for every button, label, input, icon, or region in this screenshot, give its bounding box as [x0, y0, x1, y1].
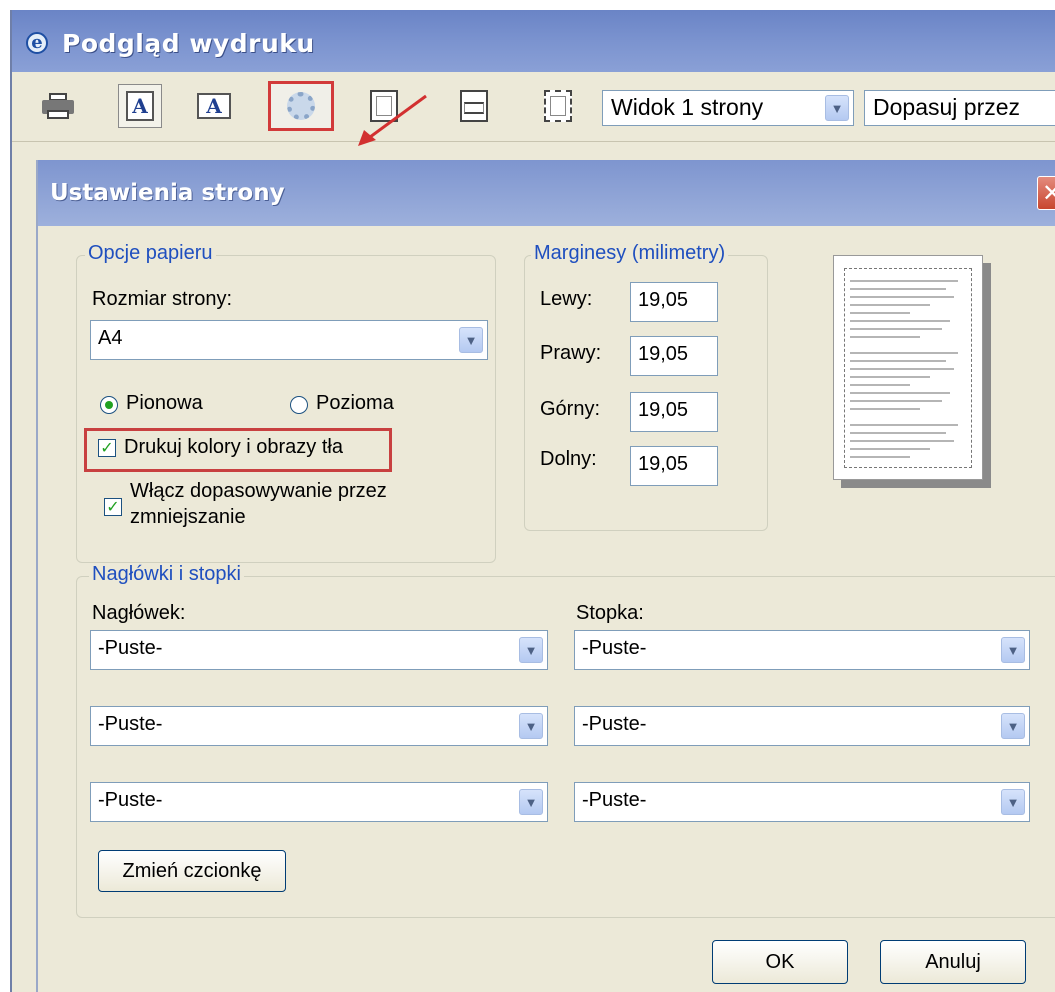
page-size-select[interactable]: A4 ▼ — [90, 320, 488, 360]
page-preview-image — [833, 255, 983, 480]
full-page-icon — [544, 90, 572, 122]
landscape-label: Pozioma — [316, 392, 394, 414]
chevron-down-icon[interactable]: ▼ — [519, 713, 543, 739]
print-button[interactable] — [36, 84, 80, 128]
right-margin-label: Prawy: — [540, 342, 602, 364]
bottom-margin-label: Dolny: — [540, 448, 597, 470]
chevron-down-icon[interactable]: ▼ — [1001, 637, 1025, 663]
right-margin-input[interactable]: 19,05 — [630, 336, 718, 376]
page-width-icon — [460, 90, 488, 122]
chevron-down-icon[interactable]: ▼ — [1001, 713, 1025, 739]
print-preview-window: e Podgląd wydruku A A Widok 1 strony ▼ D… — [10, 10, 1055, 992]
header-select-2[interactable]: -Puste- ▼ — [90, 706, 548, 746]
ie-icon: e — [26, 32, 48, 54]
cancel-button[interactable]: Anuluj — [880, 940, 1026, 984]
chevron-down-icon[interactable]: ▼ — [825, 95, 849, 121]
top-margin-label: Górny: — [540, 398, 601, 420]
chevron-down-icon[interactable]: ▼ — [1001, 789, 1025, 815]
portrait-radio[interactable] — [100, 396, 118, 414]
chevron-down-icon[interactable]: ▼ — [519, 789, 543, 815]
footer-select-2[interactable]: -Puste- ▼ — [574, 706, 1030, 746]
left-margin-label: Lewy: — [540, 288, 593, 310]
headers-footers-label: Nagłówki i stopki — [89, 563, 244, 586]
left-margin-input[interactable]: 19,05 — [630, 282, 718, 322]
header-select-1[interactable]: -Puste- ▼ — [90, 630, 548, 670]
ok-button[interactable]: OK — [712, 940, 848, 984]
printer-icon — [42, 93, 74, 119]
chevron-down-icon[interactable]: ▼ — [519, 637, 543, 663]
print-background-checkbox[interactable]: ✓ — [98, 439, 116, 457]
portrait-button[interactable]: A — [118, 84, 162, 128]
full-page-button[interactable] — [536, 84, 580, 128]
margins-label: Marginesy (milimetry) — [531, 242, 729, 265]
paper-options-label: Opcje papieru — [85, 242, 216, 265]
page-setup-dialog: Ustawienia strony ✕ Opcje papieru Rozmia… — [36, 160, 1055, 992]
close-icon[interactable]: ✕ — [1037, 176, 1055, 210]
shrink-to-fit-label-1: Włącz dopasowywanie przez — [130, 480, 387, 502]
dialog-title: Ustawienia strony — [50, 180, 285, 206]
print-background-label: Drukuj kolory i obrazy tła — [124, 436, 343, 458]
shrink-to-fit-checkbox[interactable]: ✓ — [104, 498, 122, 516]
page-size-label: Rozmiar strony: — [92, 288, 233, 310]
header-select-3[interactable]: -Puste- ▼ — [90, 782, 548, 822]
gear-icon — [287, 92, 315, 120]
top-margin-input[interactable]: 19,05 — [630, 392, 718, 432]
landscape-icon: A — [197, 93, 231, 119]
shrink-to-fit-label-2: zmniejszanie — [130, 506, 246, 528]
change-font-button[interactable]: Zmień czcionkę — [98, 850, 286, 892]
full-width-button[interactable] — [452, 84, 496, 128]
landscape-radio[interactable] — [290, 396, 308, 414]
footer-label: Stopka: — [576, 602, 644, 624]
header-label: Nagłówek: — [92, 602, 186, 624]
toolbar: A A Widok 1 strony ▼ Dopasuj przez — [12, 72, 1055, 146]
bottom-margin-input[interactable]: 19,05 — [630, 446, 718, 486]
footer-select-3[interactable]: -Puste- ▼ — [574, 782, 1030, 822]
window-titlebar: e Podgląd wydruku — [12, 10, 1055, 72]
portrait-label: Pionowa — [126, 392, 203, 414]
page-setup-button[interactable] — [268, 81, 334, 131]
view-select[interactable]: Widok 1 strony ▼ — [602, 90, 854, 126]
red-arrow-annotation — [358, 94, 427, 146]
dialog-titlebar: Ustawienia strony ✕ — [38, 160, 1055, 226]
portrait-icon: A — [126, 91, 154, 121]
footer-select-1[interactable]: -Puste- ▼ — [574, 630, 1030, 670]
landscape-button[interactable]: A — [192, 84, 236, 128]
window-title: Podgląd wydruku — [62, 29, 315, 58]
fit-select[interactable]: Dopasuj przez — [864, 90, 1055, 126]
chevron-down-icon[interactable]: ▼ — [459, 327, 483, 353]
